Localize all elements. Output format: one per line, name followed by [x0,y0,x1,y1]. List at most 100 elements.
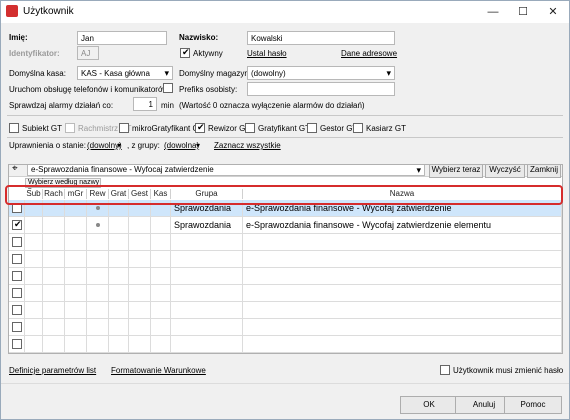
wyczysc-button[interactable]: Wyczyść [485,165,525,178]
table-cell [25,251,43,267]
table-cell [87,353,109,354]
table-cell [171,336,243,352]
table-cell [151,302,171,318]
row-checkbox[interactable] [12,305,22,315]
module-checkbox[interactable] [9,123,19,133]
zaznacz-wszystkie-link[interactable]: Zaznacz wszystkie [214,141,281,150]
table-cell [171,285,243,301]
definicje-link[interactable]: Definicje parametrów list [9,366,96,375]
filter-icon[interactable]: ⌖ [12,165,18,174]
aktywny-label: Aktywny [193,49,223,58]
module-label: Rewizor GT [208,124,251,133]
table-cell [151,217,171,233]
module-checkbox [65,123,75,133]
table-cell [43,268,65,284]
row-checkbox[interactable] [12,288,22,298]
stan-dropdown-arrow-icon[interactable]: ▾ [117,141,121,150]
table-cell [109,302,129,318]
pomoc-button[interactable]: Pomoc [504,396,562,414]
table-cell [87,302,109,318]
module-checkbox[interactable] [119,123,129,133]
row-checkbox[interactable] [12,219,22,230]
module-checkbox[interactable] [195,122,205,133]
title-bar: Użytkownik — ☐ ✕ [1,1,569,23]
table-cell [43,353,65,354]
table-cell [9,353,25,354]
alarmy-note: (Wartość 0 oznacza wyłączenie alarmów do… [179,101,365,110]
grupa-cell: Sprawozdania [174,220,232,230]
row-checkbox[interactable] [12,254,22,264]
table-cell [243,268,562,284]
table-row[interactable] [9,251,562,268]
uruchom-label: Uruchom obsługę telefonów i komunikatoró… [9,85,169,94]
table-cell [65,285,87,301]
table-cell [129,302,151,318]
table-row[interactable]: Sprawozdania e-Sprawozdania finansowe - W… [9,217,562,234]
table-cell [129,319,151,335]
table-cell [171,302,243,318]
table-cell [243,285,562,301]
identyfikator-label: Identyfikator: [9,49,60,58]
grupa-label: , z grupy: [127,141,160,150]
table-row[interactable] [9,319,562,336]
table-cell [43,251,65,267]
table-cell [129,285,151,301]
module-checkbox[interactable] [307,123,317,133]
alarmy-input[interactable]: 1 [133,97,157,111]
dane-adresowe-link[interactable]: Dane adresowe [341,49,397,58]
table-cell [129,336,151,352]
table-cell [129,251,151,267]
magazyn-select[interactable]: (dowolny) [247,66,395,80]
zamknij-button[interactable]: Zamknij [527,165,561,178]
table-cell [243,234,562,250]
table-cell [65,302,87,318]
table-cell [25,353,43,354]
row-checkbox[interactable] [12,322,22,332]
uruchom-checkbox[interactable] [163,83,173,93]
table-cell [43,285,65,301]
table-cell [243,302,562,318]
formatowanie-link[interactable]: Formatowanie Warunkowe [111,366,206,375]
maximize-button[interactable]: ☐ [509,1,537,23]
table-row[interactable] [9,234,562,251]
search-select[interactable]: e-Sprawozdania finansowe - Wyfocaj zatwi… [27,165,425,176]
highlight-box [5,185,563,205]
grupa-dropdown[interactable]: (dowolna) [164,141,199,150]
close-button[interactable]: ✕ [539,1,567,23]
table-cell [171,251,243,267]
table-cell [109,336,129,352]
alarmy-label: Sprawdzaj alarmy działań co: [9,101,114,110]
table-row[interactable] [9,285,562,302]
table-cell [65,336,87,352]
table-cell [243,319,562,335]
table-row[interactable] [9,268,562,285]
table-cell [25,268,43,284]
user-dialog: Użytkownik — ☐ ✕ Imię: Jan Nazwisko: Kow… [0,0,570,420]
grupa-dropdown-arrow-icon[interactable]: ▾ [196,141,200,150]
imie-input[interactable]: Jan [77,31,167,45]
kasa-select[interactable]: KAS - Kasa główna [77,66,173,80]
musi-zmienic-checkbox[interactable] [440,365,450,375]
table-cell [87,319,109,335]
ustal-haslo-link[interactable]: Ustal hasło [247,49,287,58]
stan-label: Uprawnienia o stanie: [9,141,86,150]
aktywny-checkbox[interactable] [180,47,190,58]
ok-button[interactable]: OK [400,396,458,414]
table-row[interactable] [9,353,562,354]
table-cell [171,319,243,335]
row-checkbox[interactable] [12,237,22,247]
row-checkbox[interactable] [12,271,22,281]
window-title: Użytkownik [23,6,74,17]
table-cell [65,217,87,233]
table-row[interactable] [9,336,562,353]
row-checkbox[interactable] [12,339,22,349]
table-row[interactable] [9,302,562,319]
module-checkbox[interactable] [245,123,255,133]
nazwisko-input[interactable]: Kowalski [247,31,395,45]
prefiks-input[interactable] [247,82,395,96]
nazwa-cell: e-Sprawozdania finansowe - Wycofaj zatwi… [246,220,492,230]
module-checkbox[interactable] [353,123,363,133]
minimize-button[interactable]: — [479,1,507,23]
table-cell [243,353,562,354]
wybierz-teraz-button[interactable]: Wybierz teraz [429,165,483,178]
